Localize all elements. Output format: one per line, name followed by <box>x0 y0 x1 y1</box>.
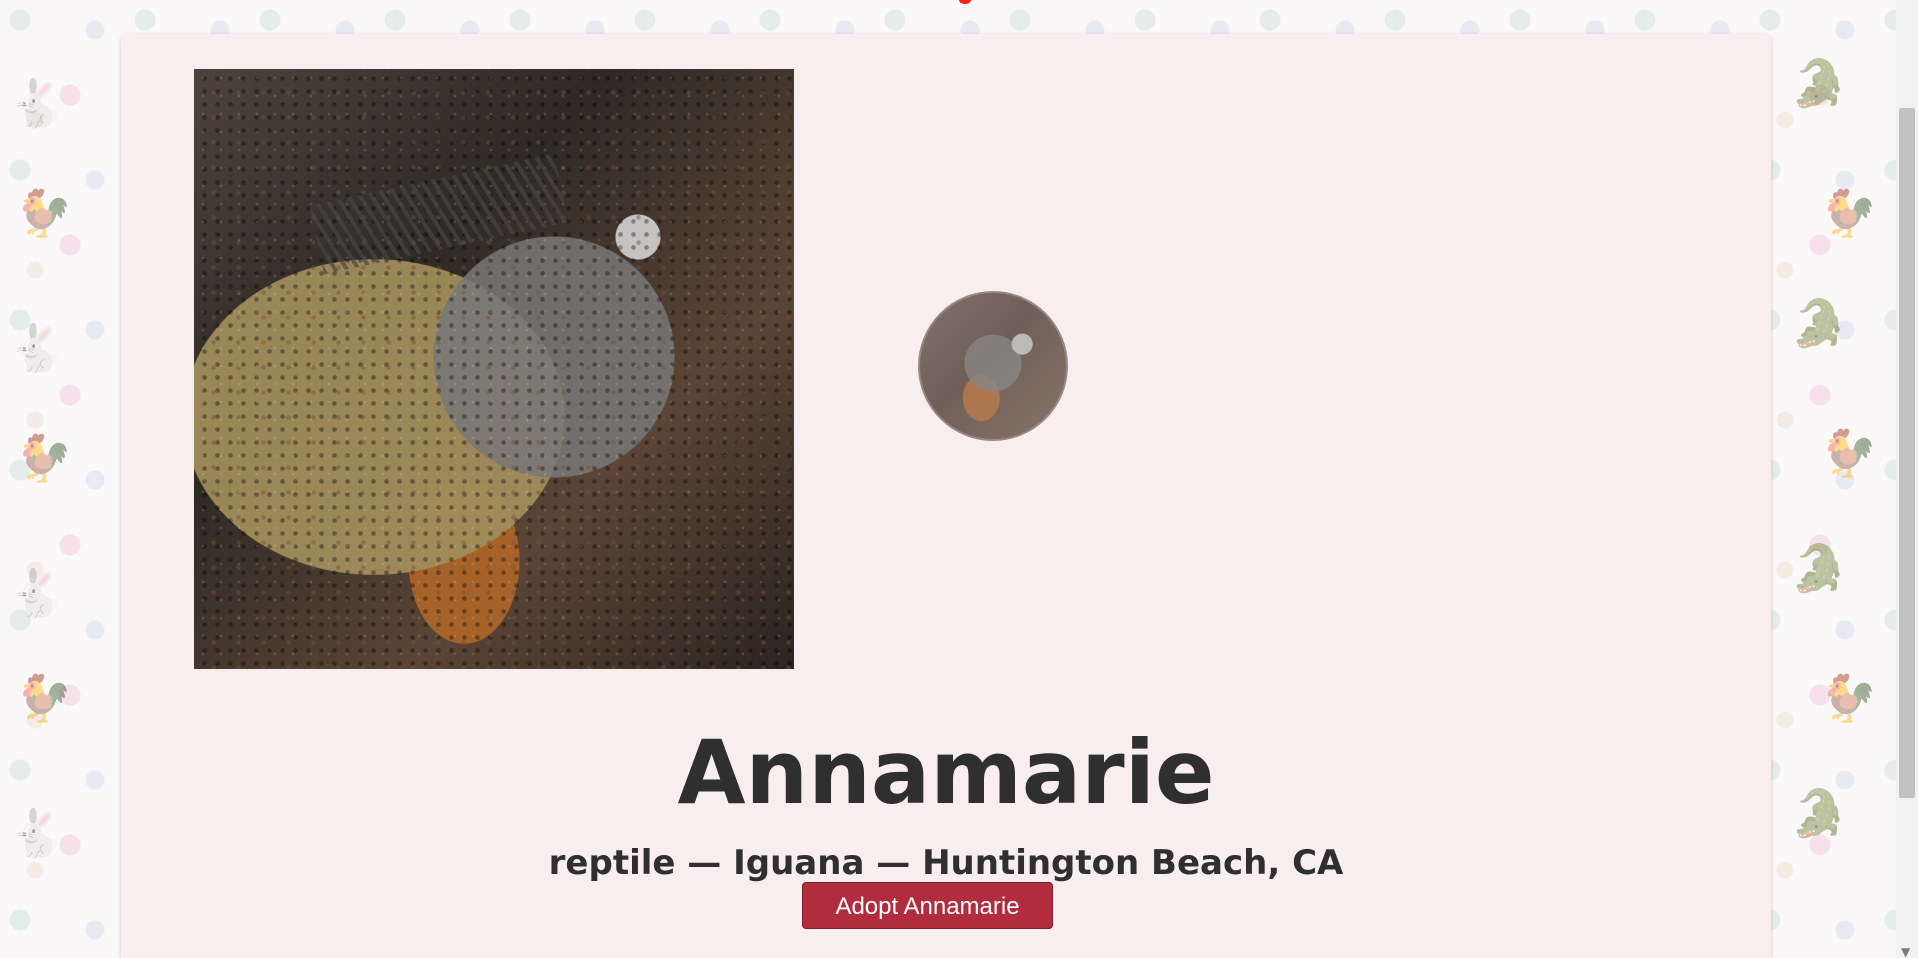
pet-thumbnail-image[interactable] <box>918 291 1068 441</box>
pattern-rabbit-icon: 🐇 <box>8 321 66 375</box>
pattern-chicken-icon: 🐓 <box>1820 671 1878 725</box>
pet-profile-card: Annamarie reptile — Iguana — Huntington … <box>121 34 1771 958</box>
scroll-down-icon[interactable]: ▼ <box>1901 946 1910 958</box>
pattern-bird-icon: 🐓 <box>15 431 73 485</box>
pattern-bird-icon: 🐓 <box>15 186 73 240</box>
pet-hero-image <box>194 69 794 669</box>
pattern-rabbit-icon: 🐇 <box>8 566 66 620</box>
scrollbar-thumb[interactable] <box>1899 108 1915 798</box>
pet-name-heading: Annamarie <box>677 721 1215 824</box>
pattern-bird-icon: 🐊 <box>1790 56 1848 110</box>
pattern-rabbit-icon: 🐇 <box>8 76 66 130</box>
pattern-bird-icon: 🐓 <box>15 671 73 725</box>
pattern-chicken-icon: 🐓 <box>1820 186 1878 240</box>
top-red-dot <box>959 0 971 4</box>
pattern-bird-icon: 🐊 <box>1790 296 1848 350</box>
pattern-chicken-icon: 🐓 <box>1820 426 1878 480</box>
pattern-bird-icon: 🐊 <box>1790 541 1848 595</box>
pattern-rabbit-icon: 🐇 <box>8 806 66 860</box>
pet-details-subtitle: reptile — Iguana — Huntington Beach, CA <box>548 843 1344 883</box>
pattern-bird-icon: 🐊 <box>1790 786 1848 840</box>
adopt-button[interactable]: Adopt Annamarie <box>802 882 1053 929</box>
page-scrollbar[interactable]: ▼ <box>1896 0 1918 958</box>
